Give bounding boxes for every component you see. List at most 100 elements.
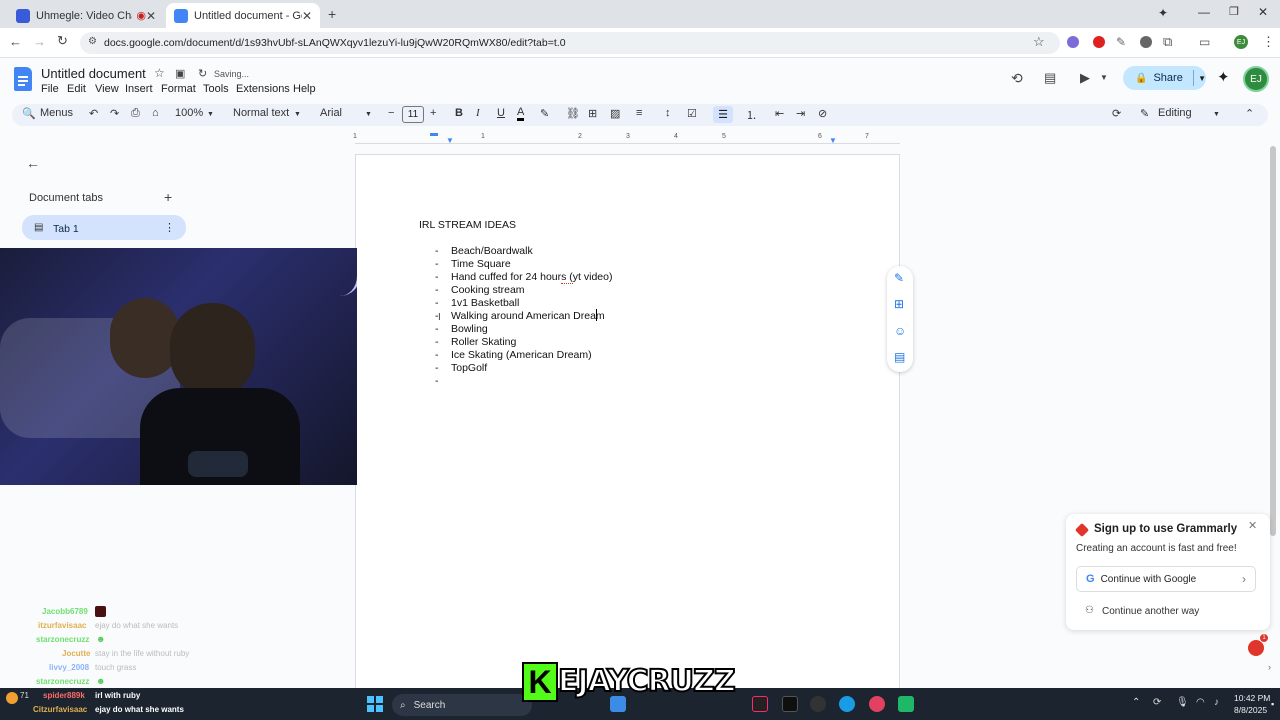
site-info-icon[interactable]: ⚙	[88, 36, 97, 47]
microphone-icon[interactable]: 🎙	[1176, 697, 1189, 708]
search-menus-label[interactable]: Menus	[40, 107, 73, 119]
extension-icon[interactable]	[1067, 36, 1079, 48]
bulleted-list-icon[interactable]: ☰	[713, 106, 733, 123]
volume-icon[interactable]: ♪	[1214, 697, 1219, 708]
style-select[interactable]: Normal text	[233, 107, 289, 119]
minimize-icon[interactable]: —	[1198, 5, 1210, 19]
show-hidden-icons-icon[interactable]: ⌃	[1132, 697, 1140, 708]
clear-formatting-icon[interactable]: ⊘	[818, 107, 827, 120]
star-icon[interactable]: ☆	[154, 66, 165, 80]
print-icon[interactable]: ⎙	[131, 107, 140, 120]
close-tab-icon[interactable]: ✕	[302, 9, 312, 23]
chevron-down-icon[interactable]: ▼	[365, 111, 372, 118]
omnibox[interactable]: docs.google.com/document/d/1s93hvUbf-sLA…	[80, 32, 1060, 54]
sidebar-item-tab-1[interactable]	[22, 215, 186, 240]
app-icon[interactable]	[810, 696, 826, 712]
menu-help[interactable]: Help	[293, 83, 316, 95]
highlight-icon[interactable]: ✎	[540, 107, 549, 120]
zoom-select[interactable]: 100%	[175, 107, 203, 119]
tray-app-icon[interactable]: ⟳	[1153, 697, 1161, 708]
browser-tab-docs[interactable]: Untitled document - Google D ✕	[166, 3, 320, 28]
share-button[interactable]: 🔒 Share ▼	[1123, 66, 1206, 90]
checklist-icon[interactable]: ☑	[687, 107, 697, 120]
new-tab-icon[interactable]: +	[328, 6, 336, 22]
paint-format-icon[interactable]: ⌂	[152, 107, 159, 119]
continue-another-way-link[interactable]: Continue another way	[1102, 606, 1199, 617]
add-comment-icon[interactable]: ⊞	[894, 297, 904, 311]
search-menus-icon[interactable]: 🔍	[22, 107, 36, 120]
increase-indent-icon[interactable]: ⇥	[796, 107, 805, 120]
suggest-mode-icon[interactable]: ⟳	[1112, 107, 1121, 120]
italic-icon[interactable]: I	[476, 107, 480, 119]
profile-avatar-icon[interactable]: EJ	[1234, 35, 1248, 49]
taskbar-date[interactable]: 8/8/2025	[1234, 705, 1267, 715]
menu-view[interactable]: View	[95, 83, 119, 95]
numbered-list-icon[interactable]: ⒈	[746, 107, 757, 123]
restore-icon[interactable]: ❐	[1229, 5, 1239, 18]
app-icon[interactable]	[898, 696, 914, 712]
close-window-icon[interactable]: ✕	[1258, 5, 1268, 19]
link-icon[interactable]: ⛓	[566, 107, 580, 120]
font-size-input[interactable]: 11	[402, 106, 424, 123]
side-panel-icon[interactable]: ▭	[1199, 35, 1210, 49]
forward-icon[interactable]: →	[33, 34, 46, 49]
add-tab-icon[interactable]: +	[164, 189, 172, 205]
taskbar-search[interactable]: ⌕ Search	[392, 694, 532, 716]
text-color-icon[interactable]: A	[517, 107, 525, 121]
back-icon[interactable]: ←	[9, 34, 22, 49]
windows-start-icon[interactable]	[367, 696, 383, 712]
insert-image-icon[interactable]: ▨	[610, 107, 620, 120]
menu-format[interactable]: Format	[161, 83, 196, 95]
extension-circle-icon[interactable]	[1140, 36, 1152, 48]
align-icon[interactable]: ≡	[636, 107, 642, 119]
right-indent-marker[interactable]: ▼	[829, 136, 837, 145]
extension-pen-icon[interactable]: ✎	[1116, 35, 1126, 49]
decrease-indent-icon[interactable]: ⇤	[775, 107, 784, 120]
tiktok-icon[interactable]	[752, 696, 768, 712]
app-icon[interactable]	[782, 696, 798, 712]
tab-options-icon[interactable]: ⋮	[164, 221, 175, 234]
menu-extensions[interactable]: Extensions	[236, 83, 290, 95]
editing-mode-select[interactable]: Editing	[1158, 107, 1192, 119]
decrease-font-icon[interactable]: −	[388, 107, 394, 119]
chevron-down-icon[interactable]: ▼	[1198, 74, 1206, 83]
first-line-indent-marker[interactable]	[430, 133, 438, 136]
close-tab-icon[interactable]: ✕	[146, 9, 156, 23]
add-comment-icon[interactable]: ⊞	[588, 107, 597, 120]
account-avatar[interactable]: EJ	[1243, 66, 1269, 92]
chevron-down-icon[interactable]: ▼	[1213, 111, 1220, 118]
underline-icon[interactable]: U	[497, 107, 505, 119]
chevron-down-icon[interactable]: ▼	[207, 111, 214, 118]
menu-tools[interactable]: Tools	[203, 83, 229, 95]
bookmark-star-icon[interactable]: ☆	[1033, 34, 1045, 50]
hide-outline-back-icon[interactable]: ←	[26, 155, 40, 171]
bold-icon[interactable]: B	[455, 107, 463, 119]
extensions-puzzle-icon[interactable]: ⧉	[1163, 34, 1172, 50]
help-me-write-icon[interactable]: ✎	[894, 271, 904, 285]
left-indent-marker[interactable]: ▼	[446, 136, 454, 145]
font-select[interactable]: Arial	[320, 107, 342, 119]
gemini-icon[interactable]: ✦	[1217, 68, 1230, 86]
chrome-menu-icon[interactable]: ⋮	[1262, 34, 1275, 50]
chevron-down-icon[interactable]: ▼	[1100, 73, 1108, 82]
document-page[interactable]	[355, 154, 900, 720]
meet-camera-icon[interactable]: ▶	[1080, 70, 1090, 86]
wifi-icon[interactable]: ◠	[1196, 697, 1205, 708]
version-history-icon[interactable]: ⟲	[1011, 70, 1023, 87]
increase-font-icon[interactable]: +	[430, 107, 436, 119]
vertical-scrollbar[interactable]	[1270, 146, 1276, 536]
edge-icon[interactable]	[839, 696, 855, 712]
notifications-icon[interactable]: ▪	[1271, 699, 1274, 709]
close-icon[interactable]: ✕	[1248, 519, 1257, 532]
chevron-down-icon[interactable]: ▼	[294, 111, 301, 118]
taskbar-time[interactable]: 10:42 PM	[1234, 693, 1270, 703]
comments-icon[interactable]: ▤	[1044, 70, 1056, 86]
menu-insert[interactable]: Insert	[125, 83, 153, 95]
chrome-icon[interactable]	[869, 696, 885, 712]
weather-icon[interactable]	[6, 692, 18, 704]
collapse-menus-icon[interactable]: ⌃	[1245, 107, 1254, 120]
document-title[interactable]: Untitled document	[41, 66, 146, 81]
docs-logo-icon[interactable]	[14, 67, 32, 91]
extension-record-icon[interactable]	[1093, 36, 1105, 48]
emoji-reaction-icon[interactable]: ☺	[894, 324, 906, 338]
